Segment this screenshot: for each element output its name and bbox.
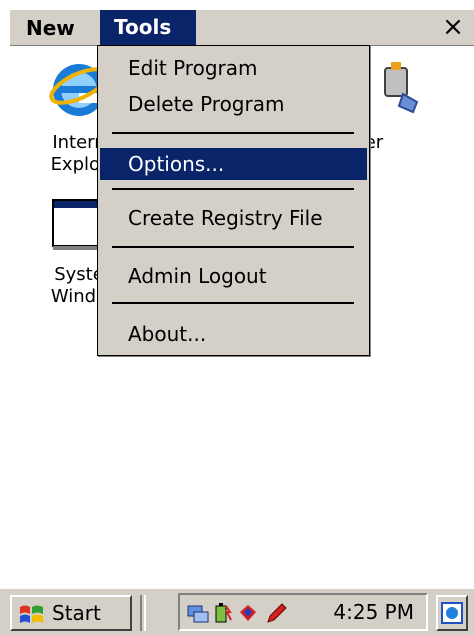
power-icon — [384, 62, 419, 114]
menu-separator — [112, 302, 354, 304]
close-button[interactable]: × — [438, 12, 468, 44]
menu-separator — [112, 188, 354, 190]
system-tray: 4:25 PM — [178, 593, 428, 631]
clock[interactable]: 4:25 PM — [333, 595, 414, 629]
window-frame — [0, 0, 474, 10]
pen-icon[interactable] — [264, 602, 288, 624]
show-desktop-button[interactable] — [436, 595, 468, 631]
start-button[interactable]: Start — [10, 595, 132, 631]
menu-item-options[interactable]: Options... — [100, 148, 367, 180]
tools-dropdown-menu: Edit Program Delete Program Options... C… — [97, 45, 370, 356]
connection-icon[interactable] — [236, 602, 260, 624]
menu-item-create-registry-file[interactable]: Create Registry File — [100, 202, 367, 234]
menu-tools[interactable]: Tools — [100, 10, 196, 46]
taskbar: Start 4:25 PM — [0, 587, 474, 635]
network-icon[interactable] — [186, 602, 210, 624]
desktop-icon — [441, 602, 463, 624]
battery-icon[interactable] — [212, 602, 232, 624]
menu-item-edit-program[interactable]: Edit Program — [100, 52, 367, 84]
menu-item-delete-program[interactable]: Delete Program — [100, 88, 367, 120]
menu-new[interactable]: New — [10, 10, 98, 46]
taskbar-separator — [140, 595, 146, 631]
menu-separator — [112, 246, 354, 248]
start-label: Start — [52, 601, 101, 625]
menu-separator — [112, 132, 354, 134]
menu-bar: New Tools × — [10, 10, 474, 46]
menu-item-about[interactable]: About... — [100, 318, 367, 350]
menu-item-admin-logout[interactable]: Admin Logout — [100, 260, 367, 292]
windows-flag-icon — [20, 605, 43, 623]
